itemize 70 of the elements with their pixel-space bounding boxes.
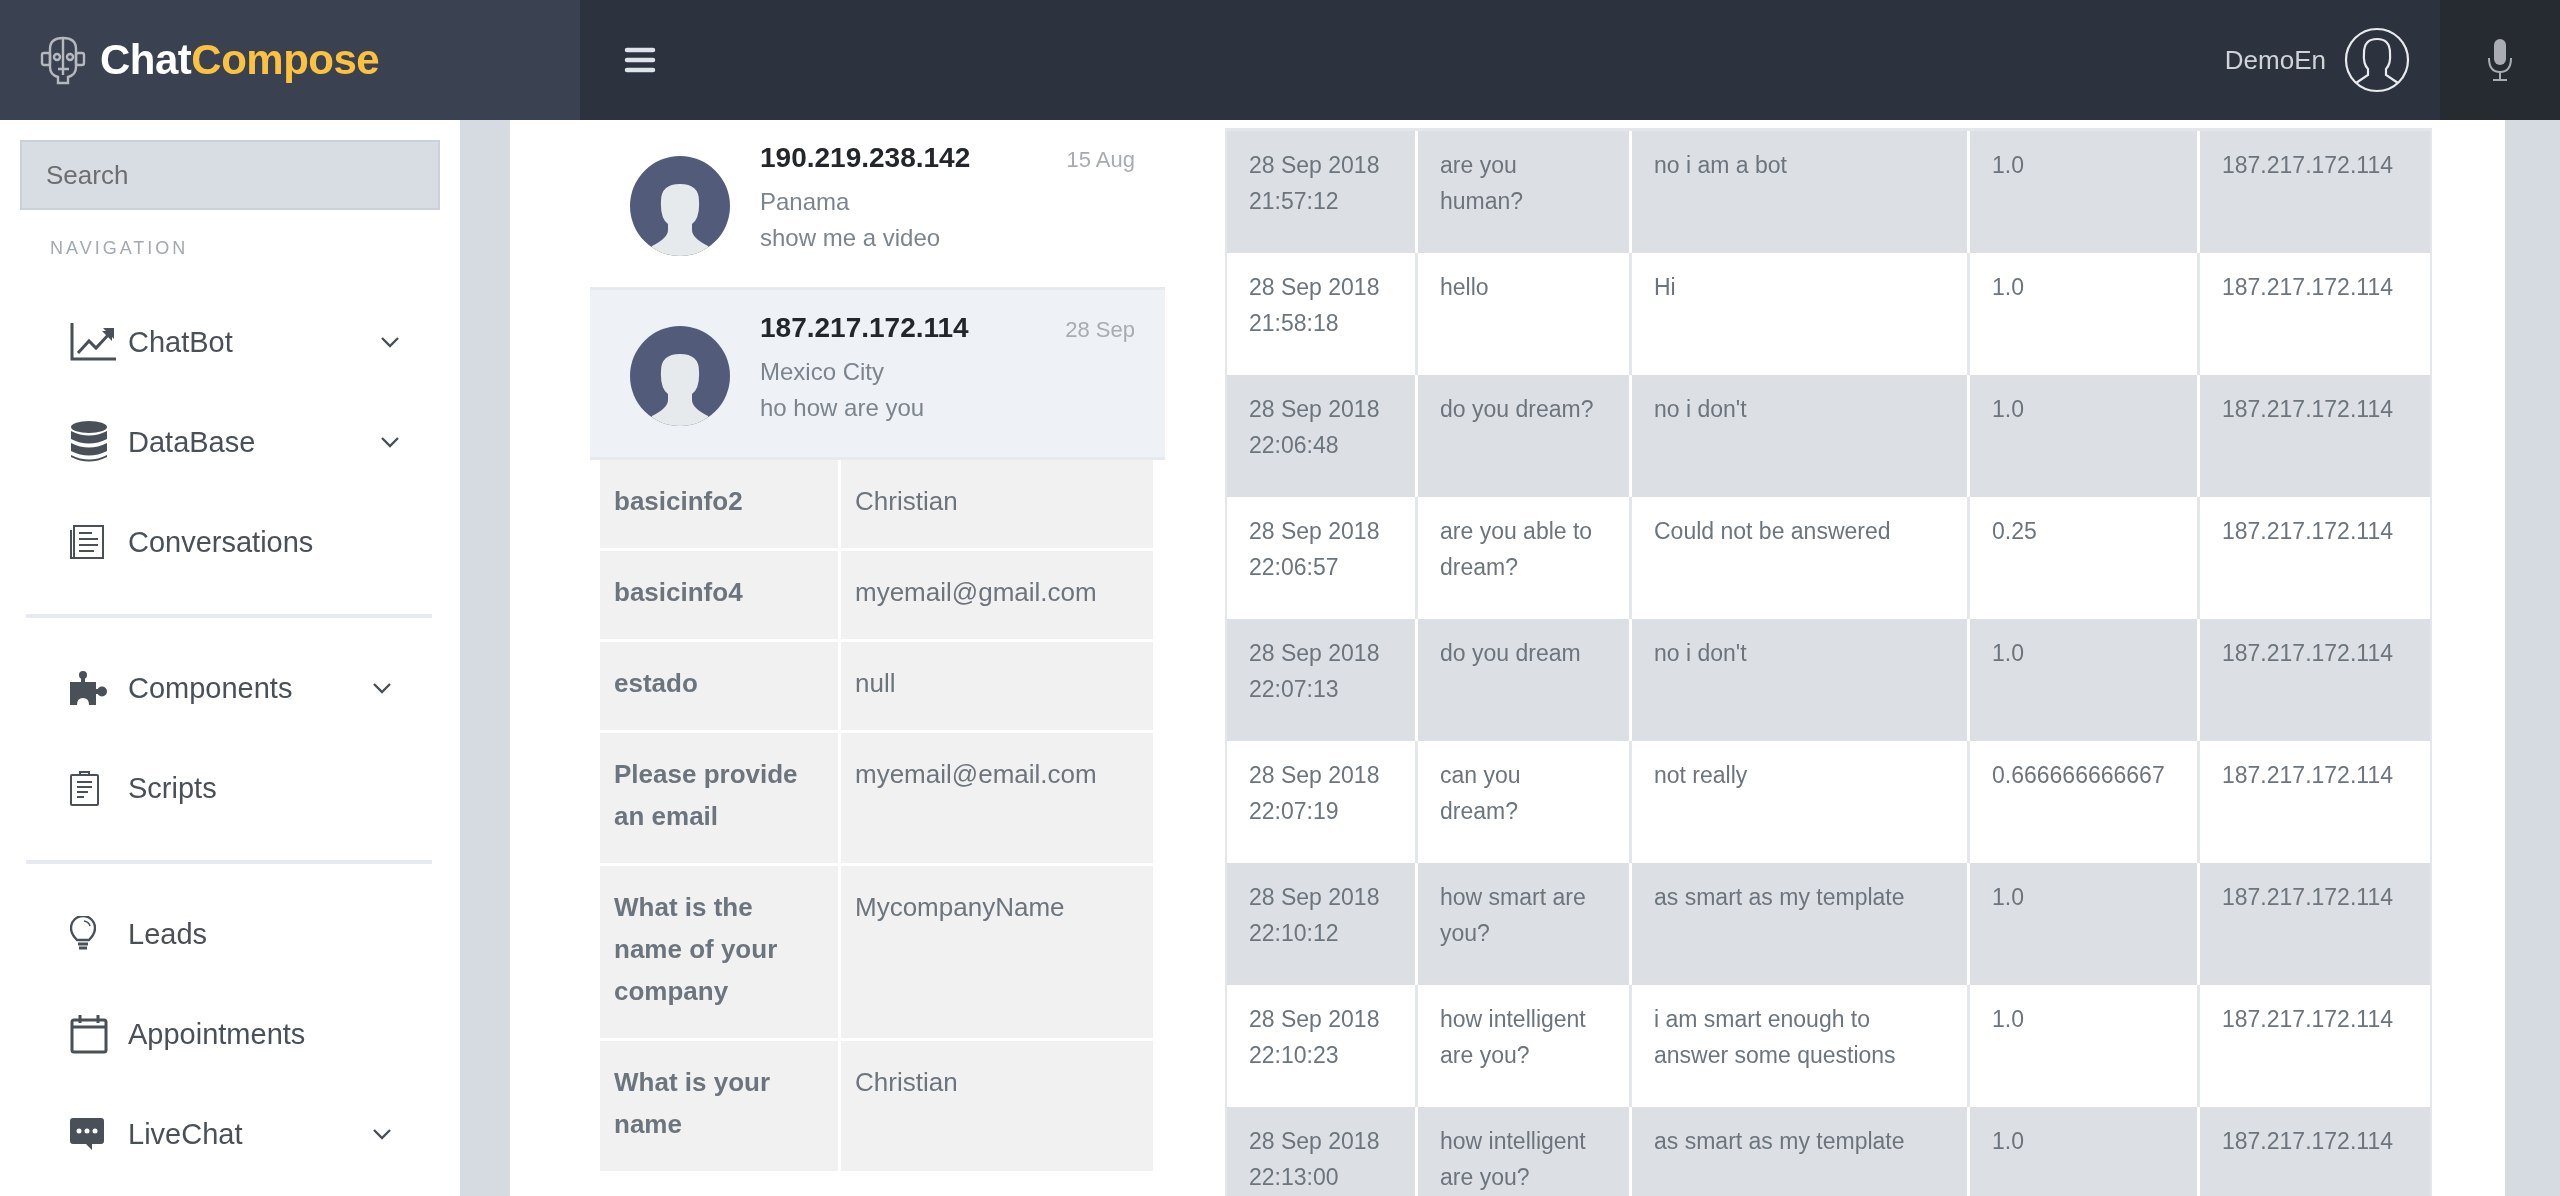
table-cell: 187.217.172.114 <box>2200 375 2430 497</box>
conversation-date: 15 Aug <box>1066 147 1135 173</box>
table-cell: 1.0 <box>1970 375 2200 497</box>
table-cell: as smart as my template <box>1632 1107 1970 1196</box>
table-cell: how smart are you? <box>1418 863 1632 985</box>
nav-item[interactable]: Appointments <box>26 984 432 1084</box>
search-field[interactable]: Search <box>20 140 440 210</box>
field-name: Please provide an email <box>600 733 838 863</box>
table-cell: 28 Sep 2018 22:07:13 <box>1227 619 1418 741</box>
table-cell: 187.217.172.114 <box>2200 619 2430 741</box>
table-cell: 187.217.172.114 <box>2200 131 2430 253</box>
field-name: basicinfo2 <box>600 460 838 548</box>
table-cell: are you human? <box>1418 131 1632 253</box>
chat-bubble-icon <box>70 1118 104 1150</box>
menu-icon <box>624 47 656 73</box>
table-cell: no i don't <box>1632 375 1970 497</box>
conversation-item[interactable]: 187.217.172.114 28 Sep Mexico City ho how are you <box>590 290 1165 460</box>
conversation-title: 187.217.172.114 <box>760 312 969 344</box>
table-cell: do you dream? <box>1418 375 1632 497</box>
microphone-icon[interactable] <box>2487 38 2513 82</box>
trend-chart-icon <box>70 323 116 361</box>
table-cell: 1.0 <box>1970 1107 2200 1196</box>
robot-head-icon <box>40 35 86 85</box>
field-name: basicinfo4 <box>600 551 838 639</box>
section-heading: NAVIGATION <box>49 237 190 260</box>
table-cell: do you dream <box>1418 619 1632 741</box>
field-value: null <box>841 642 1153 730</box>
conversation-location: Panama <box>760 188 851 216</box>
field-value: MycompanyName <box>841 866 1153 1038</box>
field-name: What is your name <box>600 1041 838 1171</box>
puzzle-piece-icon <box>70 670 108 706</box>
field-value: myemail@gmail.com <box>841 551 1153 639</box>
table-cell: 187.217.172.114 <box>2200 1107 2430 1196</box>
table-cell: 28 Sep 2018 22:13:00 <box>1227 1107 1418 1196</box>
table-cell: how intelligent are you? <box>1418 1107 1632 1196</box>
clipboard-icon <box>70 770 100 806</box>
field-value: Christian <box>841 460 1153 548</box>
lightbulb-icon <box>70 916 96 952</box>
nav-item[interactable]: ChatBot <box>20 292 440 392</box>
user-name[interactable]: DemoEn <box>2224 44 2326 76</box>
table-cell: 1.0 <box>1970 131 2200 253</box>
calendar-icon <box>70 1014 108 1054</box>
table-cell: 1.0 <box>1970 863 2200 985</box>
nav-item[interactable]: Leads <box>26 884 432 984</box>
nav-item[interactable]: LiveChat <box>26 1084 432 1184</box>
document-icon <box>70 525 104 559</box>
conversation-last-message: show me a video <box>760 224 942 252</box>
user-avatar-icon[interactable] <box>2344 27 2410 93</box>
nav-item[interactable]: DataBase <box>20 392 440 492</box>
field-name: estado <box>600 642 838 730</box>
table-cell: 187.217.172.114 <box>2200 863 2430 985</box>
field-value: Christian <box>841 1041 1153 1171</box>
brand-logo: ChatCompose <box>100 36 380 84</box>
table-cell: as smart as my template <box>1632 863 1970 985</box>
nav-item[interactable]: Scripts <box>26 738 432 838</box>
table-cell: no i don't <box>1632 619 1970 741</box>
database-icon <box>70 420 108 464</box>
field-name: What is the name of your company <box>600 866 838 1038</box>
table-cell: 28 Sep 2018 22:10:12 <box>1227 863 1418 985</box>
table-cell: 1.0 <box>1970 619 2200 741</box>
nav-item[interactable]: Conversations <box>20 492 440 592</box>
conversation-last-message: ho how are you <box>760 394 926 422</box>
conversation-title: 190.219.238.142 <box>760 142 971 174</box>
table-cell: no i am a bot <box>1632 131 1970 253</box>
field-value: myemail@email.com <box>841 733 1153 863</box>
table-cell: 28 Sep 2018 21:57:12 <box>1227 131 1418 253</box>
table-cell: 28 Sep 2018 22:06:48 <box>1227 375 1418 497</box>
nav-item[interactable]: Components <box>26 638 432 738</box>
conversation-location: Mexico City <box>760 358 886 386</box>
conversation-date: 28 Sep <box>1065 317 1135 343</box>
